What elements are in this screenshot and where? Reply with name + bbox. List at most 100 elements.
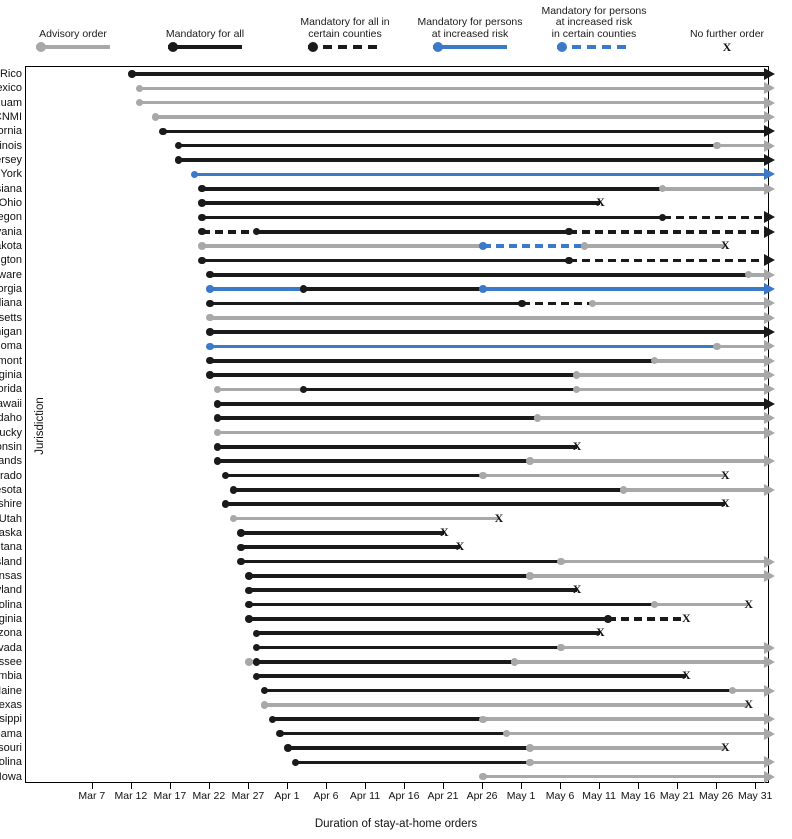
timeline-row[interactable]: Colorado X (0, 468, 768, 483)
timeline-row[interactable]: Ohio X (0, 195, 768, 210)
segment-start-dot (284, 744, 292, 752)
timeline-row[interactable]: Vermont (0, 354, 775, 368)
timeline-row[interactable]: South Dakota X (0, 238, 768, 253)
timeline-row[interactable]: U.S. Virgin Islands (0, 454, 775, 468)
timeline-row[interactable]: Florida (0, 382, 775, 396)
timeline-row[interactable]: Montana X (0, 539, 768, 554)
timeline-row[interactable]: North Carolina X (0, 597, 768, 612)
timeline-row[interactable]: Kansas (0, 569, 775, 583)
timeline-row[interactable]: Oregon (0, 210, 775, 224)
segment-start-dot (198, 242, 206, 250)
timeline-row[interactable]: Minnesota (0, 483, 775, 497)
no-further-order-x-icon: X (744, 696, 754, 711)
timeline-row[interactable]: Oklahoma (0, 339, 775, 353)
timeline-row[interactable]: South Carolina (0, 755, 775, 769)
timeline-segment (217, 416, 538, 420)
timeline-row[interactable]: Arizona X (0, 625, 768, 640)
timeline-row[interactable]: New Mexico (0, 81, 775, 95)
ongoing-arrow-icon (764, 727, 775, 740)
timeline-row[interactable]: Massachusetts (0, 311, 775, 325)
segment-transition-dot (526, 744, 534, 752)
jurisdiction-label: District of Columbia (0, 670, 22, 683)
segment-transition-dot (253, 658, 261, 666)
timeline-row[interactable]: CNMI (0, 110, 775, 124)
jurisdiction-label: Massachusetts (0, 311, 22, 324)
ongoing-arrow-icon (764, 96, 775, 109)
segment-transition-dot (557, 557, 565, 566)
jurisdiction-label: Colorado (0, 469, 22, 482)
legend-start-dot (308, 42, 318, 52)
no-further-order-x-icon: X (596, 625, 605, 640)
timeline-row[interactable]: Georgia (0, 282, 775, 296)
timeline-segment (202, 258, 569, 263)
timeline-row[interactable]: Hawaii (0, 397, 775, 411)
legend-start-dot (557, 42, 567, 52)
jurisdiction-label: Pennsylvania (0, 225, 22, 238)
timeline-row[interactable]: Pennsylvania (0, 225, 775, 239)
timeline-row[interactable]: Missouri X (0, 740, 768, 755)
timeline-row[interactable]: Alabama (0, 727, 775, 741)
segment-start-dot (206, 271, 214, 279)
timeline-row[interactable]: Wisconsin X (0, 438, 768, 454)
timeline-row[interactable]: Texas X (0, 696, 768, 712)
timeline-row[interactable]: Michigan (0, 325, 775, 339)
timeline-row[interactable]: Idaho (0, 411, 775, 425)
timeline-row[interactable]: Guam (0, 96, 775, 110)
timeline-segment (272, 717, 484, 722)
segment-start-dot (198, 228, 206, 236)
x-tick-label: Mar 7 (78, 790, 106, 802)
jurisdiction-label: Kentucky (0, 426, 22, 439)
timeline-row[interactable]: Indiana (0, 296, 775, 310)
segment-start-dot (229, 486, 237, 494)
timeline-row[interactable]: Illinois (0, 139, 775, 153)
ongoing-arrow-icon (764, 154, 775, 167)
timeline-segment (287, 746, 530, 750)
timeline-row[interactable]: District of Columbia X (0, 668, 768, 683)
timeline-segment (139, 86, 764, 91)
ongoing-arrow-icon (764, 713, 775, 726)
timeline-row[interactable]: Maine (0, 684, 775, 698)
legend-line (308, 45, 382, 49)
timeline-row[interactable]: Tennessee (0, 655, 775, 669)
timeline-row[interactable]: New Jersey (0, 153, 775, 167)
timeline-row[interactable]: Delaware (0, 268, 775, 282)
timeline-row[interactable]: Louisiana (0, 182, 775, 196)
timeline-segment (592, 301, 764, 306)
timeline-row[interactable]: Alaska X (0, 525, 768, 540)
x-tick (677, 783, 679, 789)
timeline-segment (303, 387, 577, 392)
jurisdiction-label: Washington (0, 254, 22, 267)
timeline-segment (248, 617, 608, 621)
timeline-row[interactable]: New Hampshire X (0, 496, 768, 511)
timeline-row[interactable]: Utah X (0, 511, 768, 526)
segment-start-dot (253, 643, 261, 652)
timeline-row[interactable]: Mississippi (0, 712, 775, 726)
timeline-row[interactable]: Puerto Rico (0, 67, 775, 81)
timeline-segment (256, 645, 562, 650)
timeline-row[interactable]: Kentucky (0, 426, 775, 440)
timeline-row[interactable]: Virginia X (0, 610, 768, 626)
timeline-segment (732, 688, 764, 693)
legend-label: Mandatory for all (165, 27, 245, 40)
jurisdiction-label: Florida (0, 383, 22, 396)
timeline-row[interactable]: Rhode Island (0, 555, 775, 569)
timeline-row[interactable]: New York (0, 167, 775, 181)
no-further-order-x-icon: X (720, 238, 730, 253)
x-tick-label: May 1 (506, 790, 536, 802)
segment-transition-dot (557, 643, 565, 652)
timeline-row[interactable]: West Virginia (0, 368, 775, 382)
timeline-segment (568, 229, 764, 234)
no-further-order-x-icon: X (572, 438, 582, 453)
timeline-row[interactable]: Maryland X (0, 582, 768, 597)
timeline-row[interactable]: Washington (0, 253, 775, 267)
x-tick (482, 783, 484, 789)
ongoing-arrow-icon (764, 68, 775, 80)
x-tick-label: May 21 (659, 790, 695, 802)
timeline-row[interactable]: Iowa (0, 770, 775, 784)
timeline-row[interactable]: Nevada (0, 641, 775, 655)
segment-start-dot (229, 514, 237, 523)
segment-transition-dot (502, 729, 511, 738)
no-further-order-x-icon: X (681, 610, 691, 625)
ongoing-arrow-icon (764, 641, 775, 654)
timeline-row[interactable]: California (0, 124, 775, 138)
